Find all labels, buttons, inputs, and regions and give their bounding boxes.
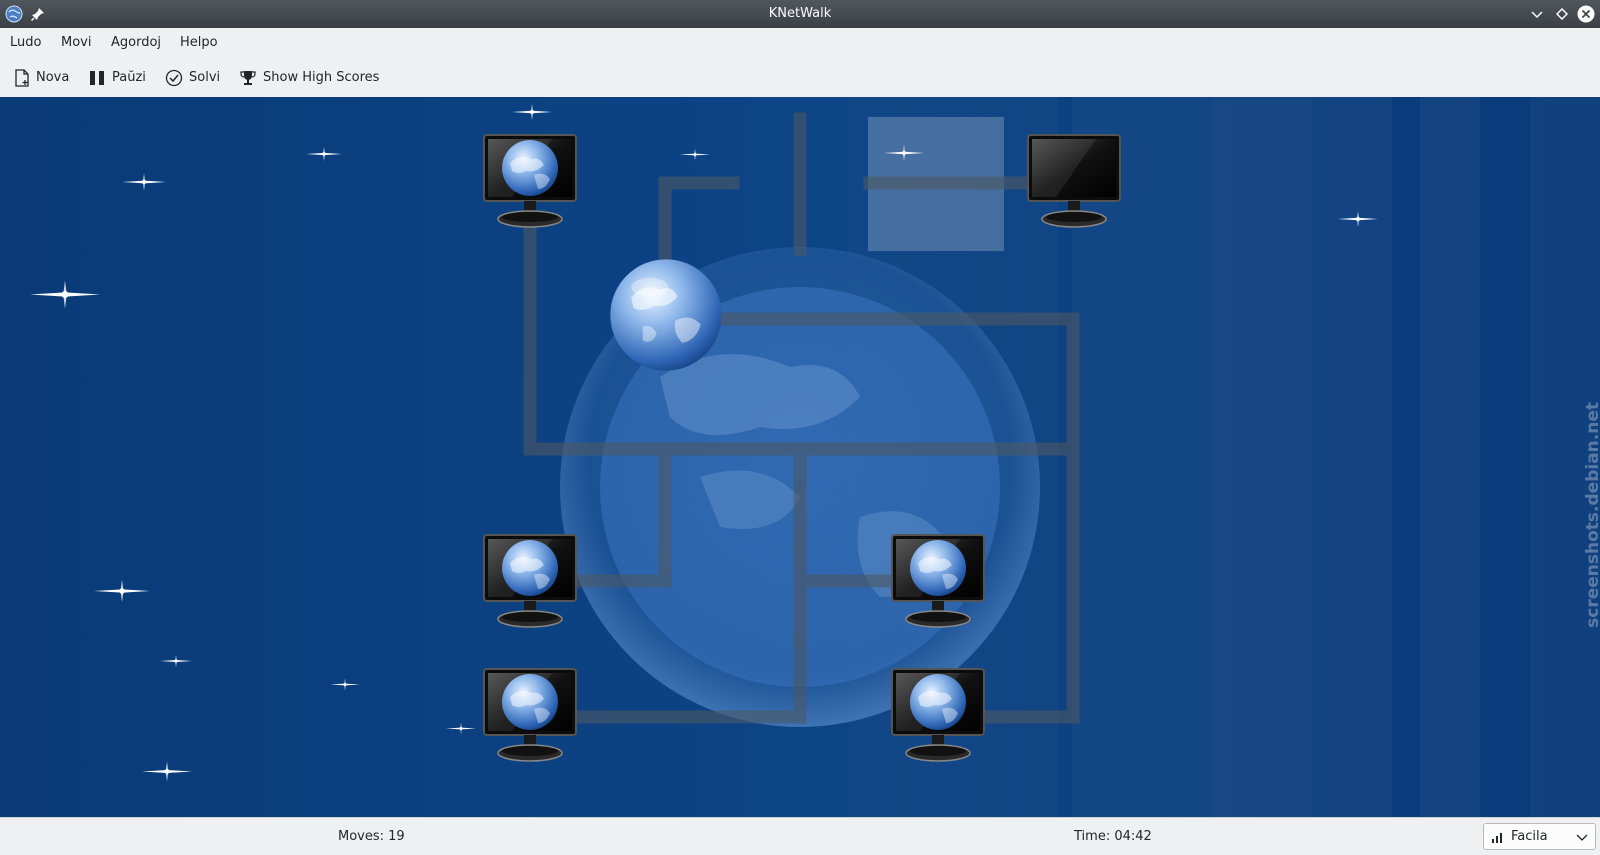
maximize-icon[interactable] <box>1552 4 1572 24</box>
new-document-icon <box>15 68 29 87</box>
window-title: KNetWalk <box>768 6 832 21</box>
watermark-text: screenshots.debian.net <box>1583 402 1600 628</box>
difficulty-value: Facila <box>1511 829 1548 844</box>
check-circle-icon <box>165 69 183 86</box>
menu-helpo[interactable]: Helpo <box>178 28 220 58</box>
status-bar: Moves: 19 Time: 04:42 Facila <box>0 817 1600 855</box>
server-globe[interactable] <box>610 259 722 371</box>
new-game-button[interactable]: Nova <box>14 58 69 97</box>
close-icon[interactable] <box>1576 4 1596 24</box>
high-scores-button[interactable]: Show High Scores <box>239 58 379 97</box>
menu-bar: Ludo Movi Agordoj Helpo <box>0 28 1600 58</box>
high-scores-label: Show High Scores <box>263 70 380 85</box>
time-display: Time: 04:42 <box>1074 829 1152 844</box>
menu-ludo[interactable]: Ludo <box>8 28 43 58</box>
difficulty-select[interactable]: Facila <box>1483 823 1596 850</box>
new-game-label: Nova <box>36 70 70 85</box>
trophy-icon <box>240 70 256 85</box>
menu-agordoj[interactable]: Agordoj <box>109 28 163 58</box>
title-bar: KNetWalk <box>0 0 1600 28</box>
game-board: screenshots.debian.net <box>0 97 1600 817</box>
board-canvas: screenshots.debian.net <box>0 97 1600 817</box>
pause-label: Paŭzi <box>112 70 146 85</box>
pause-icon <box>90 70 104 85</box>
moves-counter: Moves: 19 <box>338 829 405 844</box>
solve-button[interactable]: Solvi <box>165 58 220 97</box>
signal-bars-icon <box>1492 832 1502 843</box>
solve-label: Solvi <box>189 70 221 85</box>
pause-button[interactable]: Paŭzi <box>88 58 146 97</box>
minimize-icon[interactable] <box>1527 4 1547 24</box>
menu-movi[interactable]: Movi <box>59 28 93 58</box>
toolbar: Nova Paŭzi Solvi Show High Scores <box>0 58 1600 98</box>
chevron-down-icon <box>1576 834 1588 841</box>
